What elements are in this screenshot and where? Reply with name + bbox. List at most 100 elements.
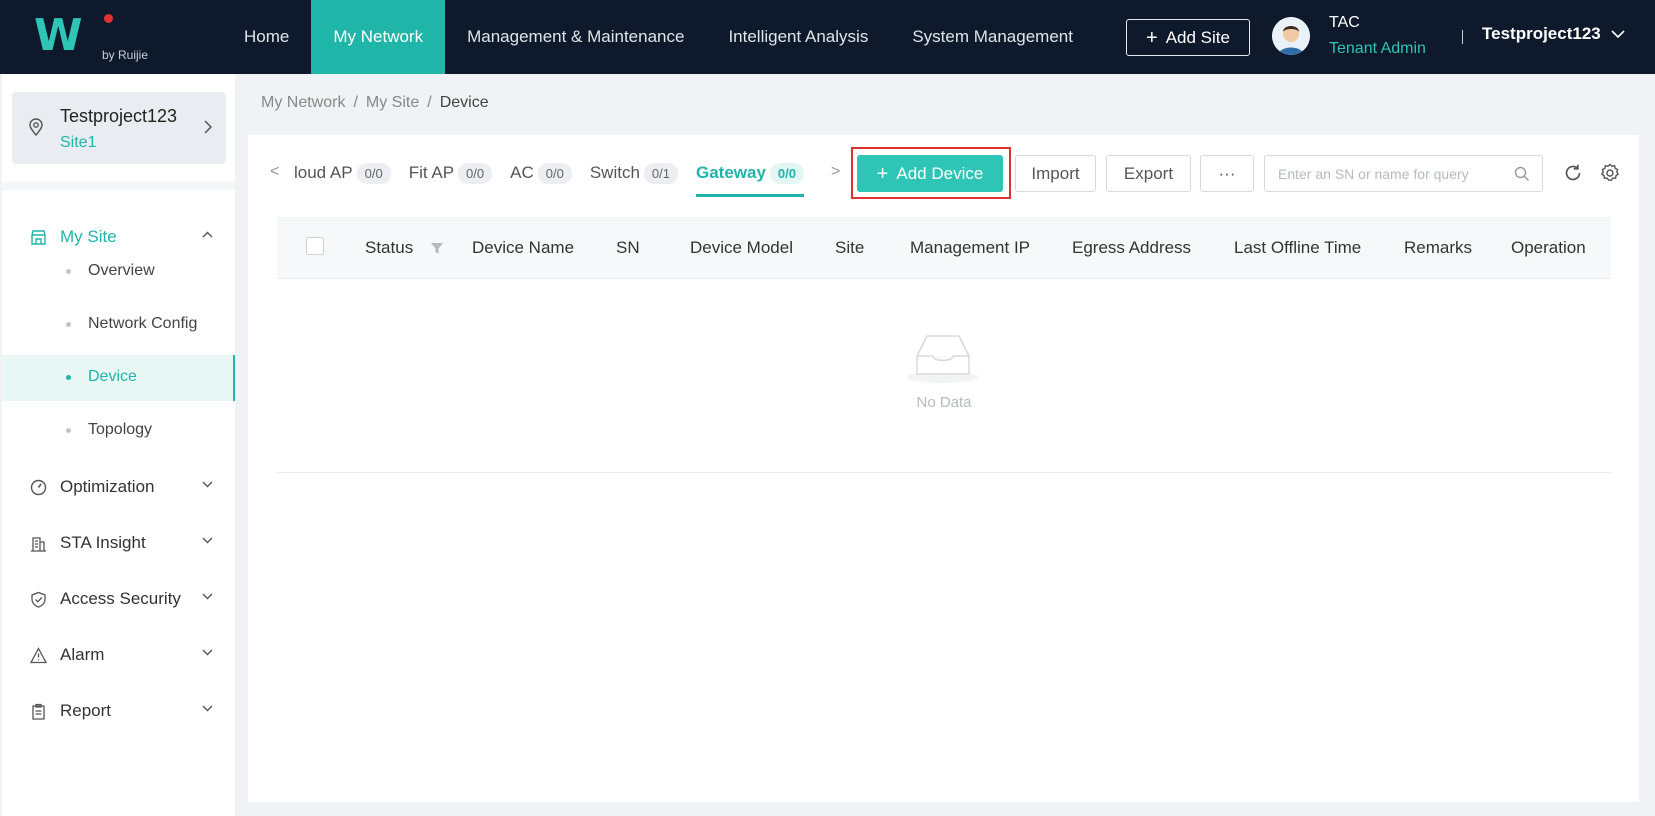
site-card-project: Testproject123	[60, 106, 178, 126]
tab-gateway[interactable]: Gateway 0/0	[695, 157, 805, 197]
sidebar-group-label: My Site	[60, 227, 117, 246]
search-icon	[1514, 166, 1529, 181]
location-pin-icon	[29, 118, 43, 136]
breadcrumb-device: Device	[439, 94, 489, 111]
column-header-sn: SN	[616, 238, 640, 257]
user-name: TAC	[1329, 14, 1360, 31]
shield-icon	[31, 591, 46, 608]
nav-my-network[interactable]: My Network	[311, 0, 446, 74]
nav-system-management[interactable]: System Management	[890, 0, 1095, 74]
tab-count-badge: 0/0	[356, 163, 391, 184]
tab-switch[interactable]: Switch 0/1	[590, 157, 678, 197]
tab-ac[interactable]: AC 0/0	[510, 157, 572, 197]
search-input[interactable]	[1265, 156, 1505, 191]
avatar[interactable]	[1272, 17, 1310, 55]
sidebar-group-label: Access Security	[60, 589, 181, 608]
empty-inbox-icon	[907, 335, 979, 383]
user-role: Tenant Admin	[1329, 40, 1426, 57]
tab-cloud-ap[interactable]: loud AP 0/0	[294, 157, 391, 197]
add-site-label: Add Site	[1165, 27, 1230, 47]
filter-icon[interactable]	[430, 242, 444, 255]
breadcrumb-separator: /	[353, 94, 358, 111]
building-icon	[31, 537, 46, 552]
column-header-management-ip: Management IP	[910, 238, 1031, 257]
import-button[interactable]: Import	[1015, 155, 1096, 192]
column-header-last-offline-time: Last Offline Time	[1234, 238, 1362, 257]
tab-label: AC	[510, 163, 534, 182]
sidebar-item-label: Device	[88, 368, 137, 385]
sidebar-item-label: Overview	[88, 262, 155, 279]
breadcrumb-my-site[interactable]: My Site	[366, 94, 419, 112]
column-header-remarks: Remarks	[1404, 238, 1473, 257]
ruijie-logo[interactable]: W by Ruijie	[34, 12, 164, 64]
breadcrumb: My Network / My Site / Device	[261, 94, 489, 112]
sidebar-group-report[interactable]: Report	[2, 691, 235, 731]
more-button[interactable]: ···	[1200, 155, 1254, 192]
bullet-icon	[66, 322, 71, 327]
nav-management-maintenance[interactable]: Management & Maintenance	[445, 0, 706, 74]
sidebar-group-alarm[interactable]: Alarm	[2, 635, 235, 675]
chevron-down-icon	[202, 593, 213, 600]
site-card-site: Site1	[60, 134, 97, 151]
sidebar-item-label: Topology	[88, 421, 153, 438]
select-all-checkbox[interactable]	[306, 237, 324, 255]
sidebar-item-device[interactable]: Device	[2, 355, 235, 401]
nav-intelligent-analysis[interactable]: Intelligent Analysis	[706, 0, 890, 74]
column-header-egress-address: Egress Address	[1072, 238, 1192, 257]
column-header-device-model: Device Model	[690, 238, 793, 257]
empty-state-text: No Data	[916, 394, 972, 411]
column-header-device-name: Device Name	[472, 238, 575, 257]
plus-icon: +	[876, 162, 889, 185]
tab-fit-ap[interactable]: Fit AP 0/0	[408, 157, 493, 197]
export-button[interactable]: Export	[1106, 155, 1191, 192]
tab-label: Gateway	[695, 163, 766, 182]
breadcrumb-my-network[interactable]: My Network	[261, 94, 345, 112]
sidebar-item-label: Network Config	[88, 315, 198, 332]
nav-home[interactable]: Home	[222, 0, 311, 74]
tab-scroll-left-icon[interactable]: <	[270, 163, 279, 181]
sidebar-separator	[2, 182, 235, 190]
sidebar: Testproject123 Site1 My Site Overview Ne…	[2, 74, 235, 816]
logo-mark: W	[34, 10, 83, 61]
avatar-icon	[1272, 17, 1310, 55]
top-navigation-bar: W by Ruijie Home My Network Management &…	[0, 0, 1655, 74]
gauge-icon	[30, 479, 47, 496]
project-selector[interactable]: Testproject123	[1482, 24, 1625, 44]
main-nav: Home My Network Management & Maintenance…	[222, 0, 1095, 74]
column-header-operation: Operation	[1511, 238, 1586, 257]
chevron-down-icon	[202, 649, 213, 656]
tab-count-badge: 0/0	[769, 163, 804, 184]
tab-count-badge: 0/1	[643, 163, 678, 184]
column-header-site: Site	[835, 238, 865, 257]
device-table-header: Status Device Name SN Device Model Site …	[277, 217, 1611, 279]
tab-count-badge: 0/0	[458, 163, 493, 184]
device-type-tabs: loud AP 0/0 Fit AP 0/0 AC 0/0 Switch 0/1…	[294, 157, 805, 197]
sidebar-group-optimization[interactable]: Optimization	[2, 467, 235, 507]
tab-label: Fit AP	[408, 163, 455, 182]
tab-label: Switch	[589, 163, 640, 182]
chevron-down-icon	[202, 705, 213, 712]
sidebar-group-sta-insight[interactable]: STA Insight	[2, 523, 235, 563]
tab-scroll-right-icon[interactable]: >	[831, 163, 840, 181]
logo-subtitle: by Ruijie	[102, 48, 149, 62]
refresh-icon[interactable]	[1563, 163, 1583, 183]
store-icon	[31, 230, 46, 245]
sidebar-item-overview[interactable]: Overview	[2, 249, 235, 295]
sidebar-group-label: Alarm	[60, 645, 105, 664]
warning-icon	[30, 647, 47, 664]
add-site-button[interactable]: + Add Site	[1126, 19, 1250, 56]
chevron-right-icon	[204, 120, 212, 134]
table-body-divider	[277, 472, 1611, 473]
add-device-button[interactable]: + Add Device	[857, 155, 1003, 192]
settings-gear-icon[interactable]	[1600, 163, 1620, 183]
sidebar-group-label: Optimization	[60, 477, 155, 496]
sidebar-item-topology[interactable]: Topology	[2, 408, 235, 454]
sidebar-item-network-config[interactable]: Network Config	[2, 302, 235, 348]
search-box	[1264, 155, 1543, 192]
column-header-status: Status	[365, 238, 414, 257]
site-selector-card[interactable]: Testproject123 Site1	[12, 92, 226, 164]
plus-icon: +	[1146, 26, 1158, 49]
top-divider	[1462, 30, 1463, 44]
sidebar-group-access-security[interactable]: Access Security	[2, 579, 235, 619]
project-name: Testproject123	[1482, 24, 1601, 43]
